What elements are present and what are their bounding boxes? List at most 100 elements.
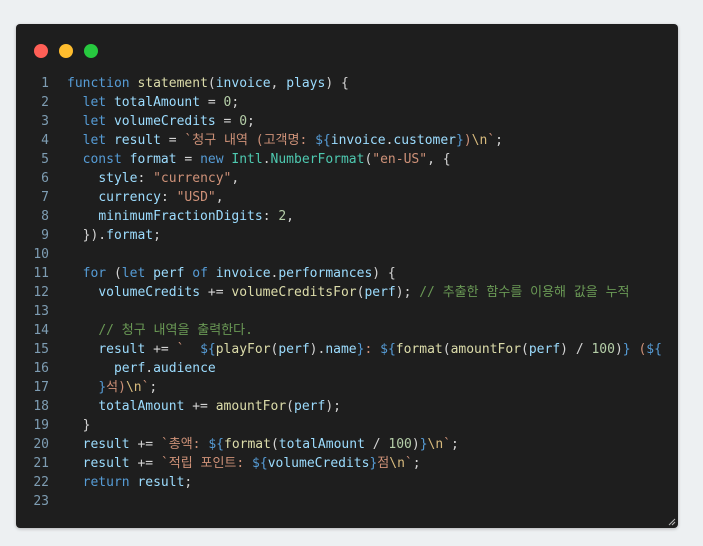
- code-token: ,: [231, 171, 240, 186]
- line-content: result += ` ${playFor(perf).name}: ${for…: [67, 340, 662, 359]
- code-token: result: [82, 456, 130, 471]
- code-token: }: [456, 133, 464, 148]
- line-number: 11: [33, 266, 49, 281]
- code-token: statement: [137, 76, 208, 91]
- code-token: totalAmount: [98, 399, 185, 414]
- code-line: 4 let result = `청구 내역 (고객명: ${invoice.cu…: [16, 131, 678, 150]
- code-token: ;: [495, 133, 503, 148]
- code-token: format: [395, 342, 443, 357]
- line-number: 20: [33, 437, 49, 452]
- code-token: volumeCreditsFor: [231, 285, 357, 300]
- code-token: :: [160, 190, 177, 205]
- code-line: 20 result += `총액: ${format(totalAmount /…: [16, 435, 678, 454]
- code-token: amountFor: [450, 342, 522, 357]
- line-content: volumeCredits += volumeCreditsFor(perf);…: [67, 283, 629, 302]
- line-number: 23: [33, 494, 49, 509]
- code-line: 15 result += ` ${playFor(perf).name}: ${…: [16, 340, 678, 359]
- code-token: perf: [364, 285, 396, 300]
- code-token: ${: [200, 342, 216, 357]
- code-token: =: [160, 133, 185, 148]
- maximize-icon[interactable]: [84, 44, 98, 58]
- code-token: format: [129, 152, 177, 167]
- code-line: 12 volumeCredits += volumeCreditsFor(per…: [16, 283, 678, 302]
- code-token: let: [82, 114, 107, 129]
- code-token: ,: [215, 190, 224, 205]
- code-token: +=: [145, 342, 177, 357]
- code-line: 7 currency: "USD",: [16, 188, 678, 207]
- code-line: 2 let totalAmount = 0;: [16, 93, 678, 112]
- code-line: 3 let volumeCredits = 0;: [16, 112, 678, 131]
- code-token: audience: [153, 361, 216, 376]
- code-token: of: [192, 266, 208, 281]
- line-content: result += `적립 포인트: ${volumeCredits}점\n`;: [67, 454, 421, 473]
- code-token: 100: [591, 342, 615, 357]
- code-token: );: [325, 399, 341, 414]
- line-number: 16: [33, 361, 49, 376]
- code-token: ${: [315, 133, 331, 148]
- code-token: for: [82, 266, 107, 281]
- code-line: 8 minimumFractionDigits: 2,: [16, 207, 678, 226]
- code-line: 10: [16, 245, 678, 264]
- code-token: volumeCredits: [98, 285, 201, 300]
- code-token: `: [404, 456, 413, 471]
- code-token: invoice: [215, 266, 271, 281]
- code-token: currency: [98, 190, 161, 205]
- resize-handle-icon[interactable]: [668, 518, 676, 526]
- code-token: 점: [377, 456, 390, 471]
- code-line: 21 result += `적립 포인트: ${volumeCredits}점\…: [16, 454, 678, 473]
- code-token: }: [98, 380, 107, 395]
- line-number: 12: [33, 285, 49, 300]
- code-token: "currency": [153, 171, 232, 186]
- code-token: ).: [309, 342, 326, 357]
- code-token: `청구 내역 (고객명:: [184, 133, 316, 148]
- code-token: performances: [278, 266, 373, 281]
- code-token: result: [82, 437, 130, 452]
- close-icon[interactable]: [34, 44, 48, 58]
- code-token: }: [622, 342, 631, 357]
- code-token: :: [262, 209, 279, 224]
- code-token: amountFor: [215, 399, 287, 414]
- line-content: currency: "USD",: [67, 188, 224, 207]
- code-token: ;: [247, 114, 255, 129]
- code-token: ) {: [372, 266, 396, 281]
- code-token: const: [82, 152, 122, 167]
- code-token: name: [325, 342, 357, 357]
- code-token: playFor: [215, 342, 271, 357]
- code-token: `총액:: [160, 437, 209, 452]
- code-token: "USD": [176, 190, 216, 205]
- minimize-icon[interactable]: [59, 44, 73, 58]
- code-token: +=: [129, 456, 161, 471]
- code-token: \n: [389, 456, 405, 471]
- line-number: 14: [33, 323, 49, 338]
- code-token: totalAmount: [113, 95, 201, 110]
- code-token: }: [67, 418, 91, 433]
- line-content: }: [67, 416, 91, 435]
- code-editor[interactable]: 1 function statement(invoice, plays) {2 l…: [16, 74, 678, 511]
- line-number: 15: [33, 342, 49, 357]
- line-content: function statement(invoice, plays) {: [67, 74, 349, 93]
- code-token: ;: [231, 95, 240, 110]
- code-token: +=: [200, 285, 232, 300]
- code-token: let: [82, 95, 107, 110]
- code-token: new: [200, 152, 224, 167]
- code-token: .: [145, 361, 154, 376]
- line-number: 5: [41, 152, 49, 167]
- code-token: volumeCredits: [267, 456, 370, 471]
- code-token: NumberFormat: [270, 152, 365, 167]
- line-number: 18: [33, 399, 49, 414]
- line-number: 4: [41, 133, 49, 148]
- code-token: 100: [388, 437, 412, 452]
- code-token: ${: [646, 342, 662, 357]
- code-token: let: [82, 133, 107, 148]
- code-token: ,: [286, 209, 294, 224]
- code-token: :: [137, 171, 154, 186]
- line-content: result += `총액: ${format(totalAmount / 10…: [67, 435, 459, 454]
- code-window: 1 function statement(invoice, plays) {2 l…: [16, 24, 678, 528]
